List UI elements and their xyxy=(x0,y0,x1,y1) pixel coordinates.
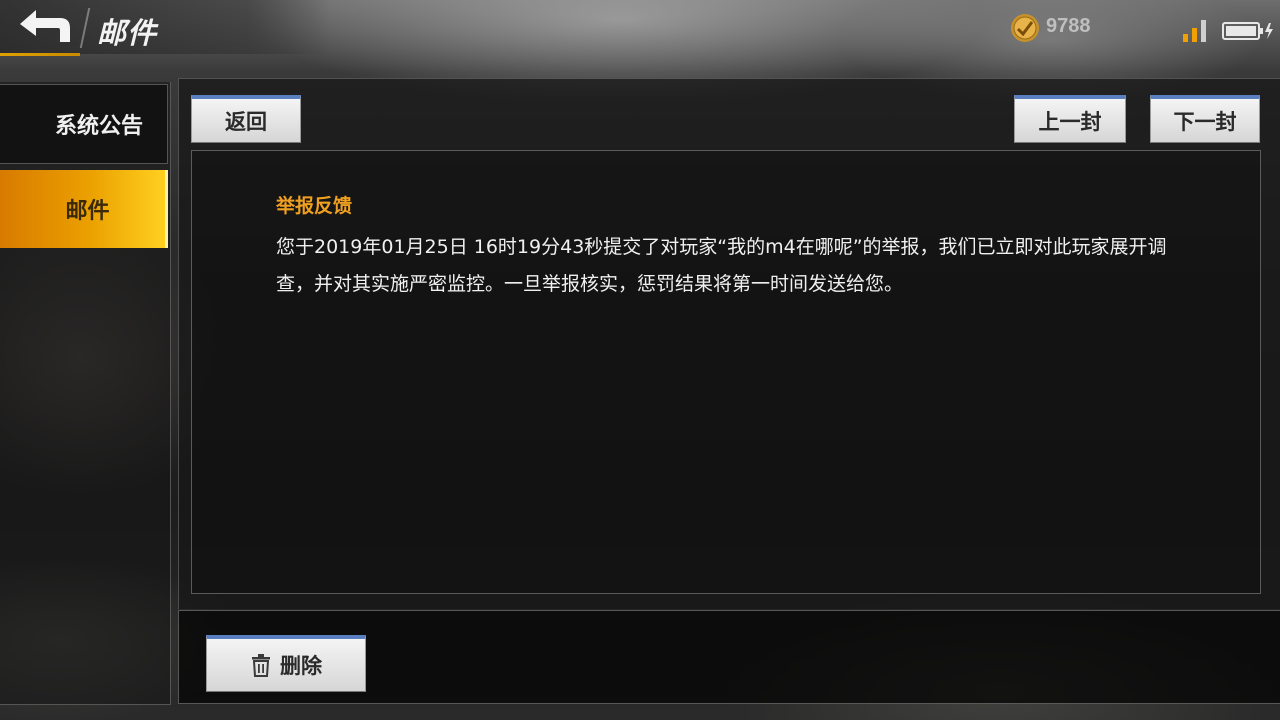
next-mail-button[interactable]: 下一封 xyxy=(1150,95,1260,143)
page-title: 邮件 xyxy=(97,16,158,50)
currency-amount: 9788 xyxy=(1046,15,1091,37)
signal-icon xyxy=(1183,18,1211,42)
title-accent-line xyxy=(0,53,80,56)
trash-icon xyxy=(250,653,272,677)
top-bar: 邮件 9788 xyxy=(0,0,1280,56)
delete-button[interactable]: 删除 xyxy=(206,635,366,692)
sidebar-item-label: 系统公告 xyxy=(54,114,143,139)
battery-charging-icon xyxy=(1222,21,1274,41)
sidebar-item-label: 邮件 xyxy=(65,199,110,224)
back-button[interactable]: 返回 xyxy=(191,95,301,143)
delete-button-label: 删除 xyxy=(280,654,322,678)
sidebar-item-announcements[interactable]: 系统公告 xyxy=(0,84,168,164)
sidebar-item-mail[interactable]: 邮件 xyxy=(0,170,168,248)
back-arrow-icon[interactable] xyxy=(14,6,76,48)
mail-body: 您于2019年01月25日 16时19分43秒提交了对玩家“我的m4在哪呢”的举… xyxy=(276,236,1167,295)
bottom-action-bar: 删除 xyxy=(178,610,1280,704)
coin-icon xyxy=(1010,13,1040,43)
mail-subject: 举报反馈 xyxy=(276,195,353,217)
mail-detail-panel: 返回 上一封 下一封 举报反馈 您于2019年01月25日 16时19分43秒提… xyxy=(178,78,1280,609)
previous-mail-button[interactable]: 上一封 xyxy=(1014,95,1126,143)
mail-content-box: 举报反馈 您于2019年01月25日 16时19分43秒提交了对玩家“我的m4在… xyxy=(191,150,1261,594)
sidebar: 系统公告 邮件 xyxy=(0,82,171,705)
